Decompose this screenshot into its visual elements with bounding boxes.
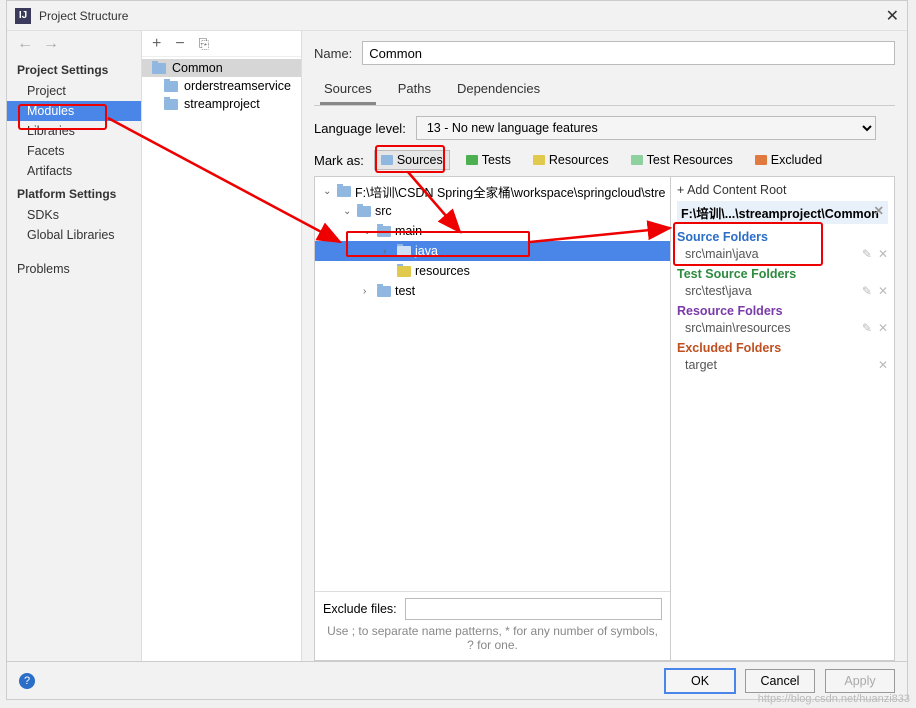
language-level-select[interactable]: 13 - No new language features (416, 116, 876, 140)
mark-resources-button[interactable]: Resources (527, 151, 615, 169)
name-label: Name: (314, 46, 352, 61)
test-source-folders-header: Test Source Folders (677, 265, 888, 283)
folder-icon (164, 81, 178, 92)
source-folders-header: Source Folders (677, 228, 888, 246)
remove-icon[interactable]: ✕ (878, 247, 888, 261)
nav-facets[interactable]: Facets (7, 141, 141, 161)
folder-icon (377, 226, 391, 237)
nav-header-platform: Platform Settings (7, 181, 141, 205)
exclude-files-label: Exclude files: (323, 602, 397, 616)
folder-icon (397, 246, 411, 257)
folder-icon (164, 99, 178, 110)
nav-global-libs[interactable]: Global Libraries (7, 225, 141, 245)
tab-dependencies[interactable]: Dependencies (453, 77, 544, 105)
cancel-button[interactable]: Cancel (745, 669, 815, 693)
apply-button[interactable]: Apply (825, 669, 895, 693)
test-resources-icon (631, 155, 643, 165)
excluded-folders-header: Excluded Folders (677, 339, 888, 357)
folder-icon (397, 266, 411, 277)
close-icon[interactable]: ✕ (886, 6, 899, 26)
tab-paths[interactable]: Paths (394, 77, 435, 105)
folder-icon (357, 206, 371, 217)
add-module-icon[interactable]: + (152, 35, 161, 53)
content-root-path[interactable]: F:\培训\...\streamproject\Common✕ (677, 201, 888, 224)
mark-as-label: Mark as: (314, 153, 364, 168)
remove-icon[interactable]: ✕ (878, 358, 888, 372)
nav-libraries[interactable]: Libraries (7, 121, 141, 141)
content-roots-panel: + Add Content Root F:\培训\...\streamproje… (670, 176, 895, 661)
copy-module-icon[interactable]: ⎘ (199, 36, 209, 52)
tree-resources[interactable]: ›resources (315, 261, 670, 281)
module-item-orderstream[interactable]: orderstreamservice (142, 77, 301, 95)
tree-main[interactable]: ⌄main (315, 221, 670, 241)
module-name-input[interactable] (362, 41, 895, 65)
tree-root[interactable]: ⌄F:\培训\CSDN Spring全家桶\workspace\springcl… (315, 181, 670, 201)
tree-src[interactable]: ⌄src (315, 201, 670, 221)
resources-icon (533, 155, 545, 165)
tree-java[interactable]: ›java (315, 241, 670, 261)
folder-icon (337, 186, 351, 197)
ok-button[interactable]: OK (665, 669, 735, 693)
edit-icon[interactable]: ✎ (862, 284, 872, 298)
module-item-common[interactable]: Common (142, 59, 301, 77)
module-detail: Name: Sources Paths Dependencies Languag… (302, 31, 907, 661)
nav-sdks[interactable]: SDKs (7, 205, 141, 225)
module-item-streamproject[interactable]: streamproject (142, 95, 301, 113)
mark-test-resources-button[interactable]: Test Resources (625, 151, 739, 169)
edit-icon[interactable]: ✎ (862, 247, 872, 261)
language-level-label: Language level: (314, 121, 406, 136)
add-content-root-button[interactable]: + Add Content Root (677, 181, 888, 201)
exclude-files-input[interactable] (405, 598, 662, 620)
nav-modules[interactable]: Modules (7, 101, 141, 121)
exclude-hint: Use ; to separate name patterns, * for a… (315, 622, 670, 660)
remove-icon[interactable]: ✕ (878, 321, 888, 335)
sources-icon (381, 155, 393, 165)
source-folder-item[interactable]: src\main\java✎✕ (677, 246, 888, 265)
tests-icon (466, 155, 478, 165)
tab-sources[interactable]: Sources (320, 77, 376, 105)
project-structure-dialog: IJ Project Structure ✕ ← → Project Setti… (6, 0, 908, 700)
folder-icon (377, 286, 391, 297)
excluded-icon (755, 155, 767, 165)
settings-nav: ← → Project Settings Project Modules Lib… (7, 31, 142, 661)
resource-folders-header: Resource Folders (677, 302, 888, 320)
mark-sources-button[interactable]: Sources (374, 150, 450, 170)
remove-icon[interactable]: ✕ (878, 284, 888, 298)
mark-tests-button[interactable]: Tests (460, 151, 517, 169)
help-icon[interactable]: ? (19, 673, 35, 689)
source-tree: ⌄F:\培训\CSDN Spring全家桶\workspace\springcl… (314, 176, 671, 661)
titlebar: IJ Project Structure ✕ (7, 1, 907, 31)
tree-test[interactable]: ›test (315, 281, 670, 301)
nav-header-project: Project Settings (7, 57, 141, 81)
mark-excluded-button[interactable]: Excluded (749, 151, 828, 169)
folder-icon (152, 63, 166, 74)
nav-project[interactable]: Project (7, 81, 141, 101)
remove-module-icon[interactable]: − (175, 35, 184, 53)
remove-root-icon[interactable]: ✕ (874, 203, 884, 218)
excluded-folder-item[interactable]: target✕ (677, 357, 888, 376)
app-icon: IJ (15, 8, 31, 24)
test-folder-item[interactable]: src\test\java✎✕ (677, 283, 888, 302)
resource-folder-item[interactable]: src\main\resources✎✕ (677, 320, 888, 339)
nav-forward-icon[interactable]: → (43, 35, 59, 53)
nav-back-icon[interactable]: ← (17, 35, 33, 53)
nav-artifacts[interactable]: Artifacts (7, 161, 141, 181)
modules-panel: + − ⎘ Common orderstreamservice streampr… (142, 31, 302, 661)
window-title: Project Structure (39, 9, 128, 23)
nav-problems[interactable]: Problems (7, 259, 141, 279)
edit-icon[interactable]: ✎ (862, 321, 872, 335)
watermark: https://blog.csdn.net/huanzi833 (758, 693, 910, 705)
